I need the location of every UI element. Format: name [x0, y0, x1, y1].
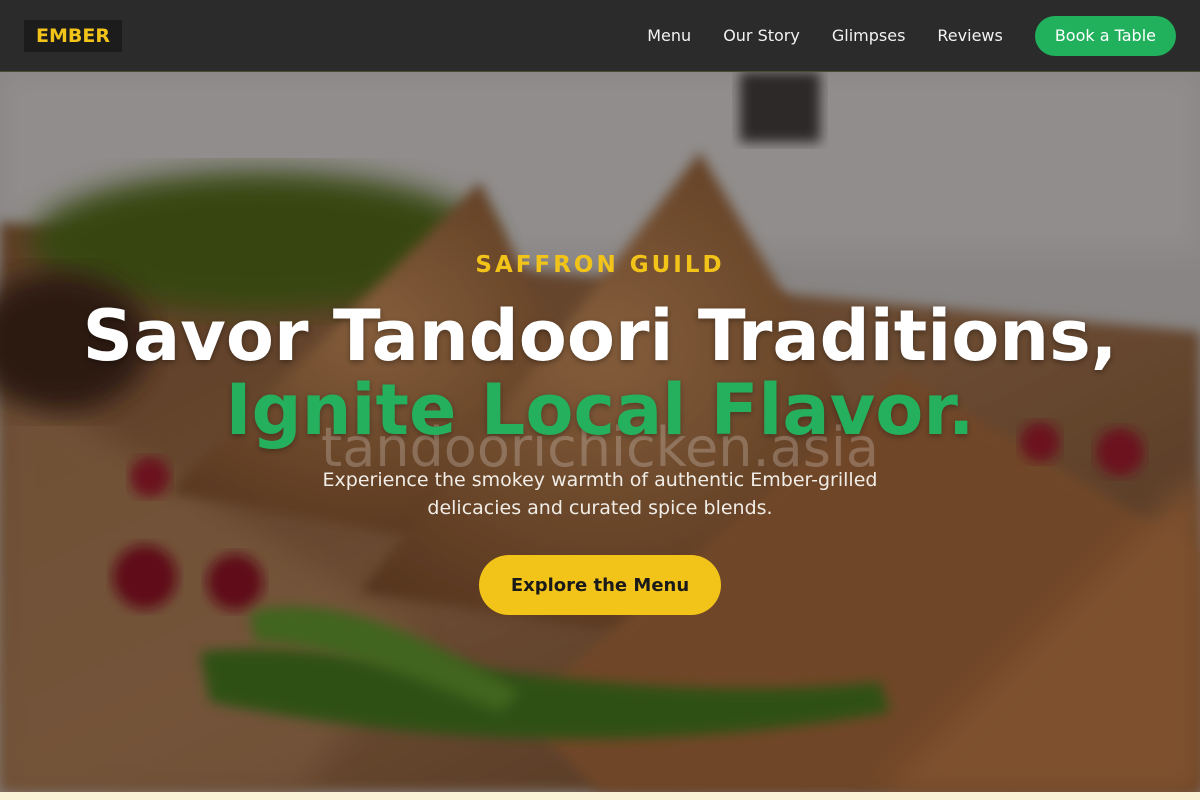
book-table-button[interactable]: Book a Table [1034, 15, 1176, 56]
hero-section: SAFFRON GUILD Savor Tandoori Traditions,… [0, 72, 1200, 792]
top-navbar: EMBER Menu Our Story Glimpses Reviews Bo… [0, 0, 1200, 72]
hero-content: SAFFRON GUILD Savor Tandoori Traditions,… [0, 72, 1200, 792]
nav-link-reviews[interactable]: Reviews [937, 26, 1002, 45]
nav-links: Menu Our Story Glimpses Reviews Book a T… [615, 15, 1176, 56]
nav-link-menu[interactable]: Menu [647, 26, 691, 45]
brand-logo[interactable]: EMBER [24, 19, 122, 52]
nav-link-our-story[interactable]: Our Story [723, 26, 800, 45]
hero-eyebrow: SAFFRON GUILD [475, 252, 725, 278]
nav-link-glimpses[interactable]: Glimpses [832, 26, 906, 45]
explore-menu-button[interactable]: Explore the Menu [479, 555, 721, 615]
next-section-edge [0, 792, 1200, 800]
hero-title-line1: Savor Tandoori Traditions, [82, 295, 1118, 377]
hero-subtitle: Experience the smokey warmth of authenti… [322, 469, 878, 519]
hero-title-line2: Ignite Local Flavor. [225, 369, 975, 451]
